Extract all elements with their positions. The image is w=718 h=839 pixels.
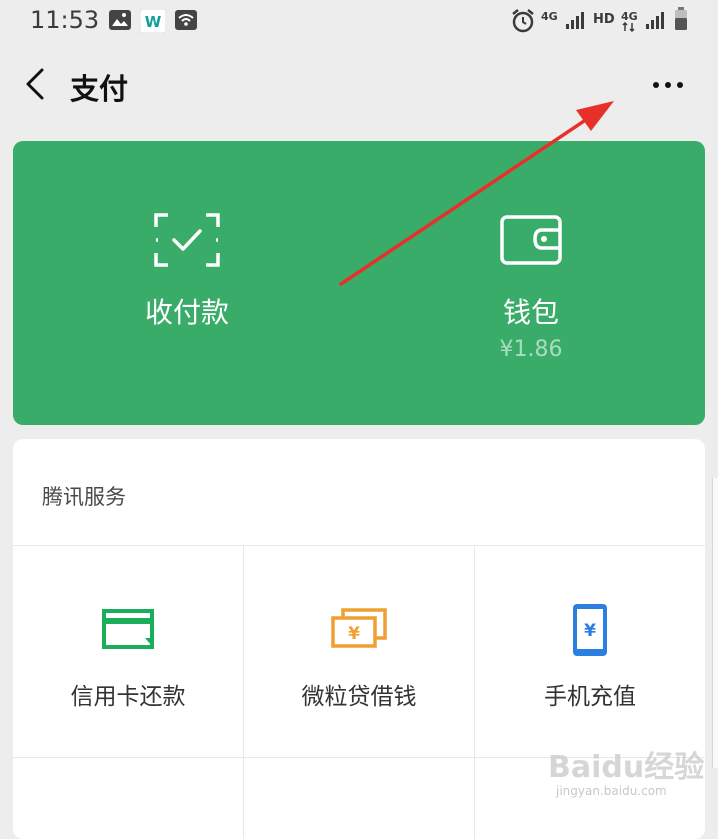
svg-text:¥: ¥ — [348, 624, 360, 644]
signal-icon — [646, 12, 664, 29]
signal-icon — [566, 12, 584, 29]
network-label-1: 4G — [541, 10, 558, 23]
watermark-text: Baidu经验 — [548, 750, 705, 785]
more-options-button[interactable] — [648, 70, 688, 100]
hd-label: HD — [593, 12, 615, 27]
svg-text:¥: ¥ — [584, 621, 596, 641]
wifi-icon — [175, 10, 197, 30]
baidu-watermark: Baidu经验 jingyan.baidu.com — [548, 738, 718, 808]
wallet-icon — [500, 215, 562, 265]
phone-yuan-icon: ¥ — [573, 604, 607, 656]
scan-check-icon — [154, 213, 220, 267]
battery-icon — [675, 7, 687, 30]
payment-card: 收付款 钱包 ¥1.86 — [13, 141, 705, 425]
cash-yuan-icon: ¥ — [331, 608, 387, 648]
service-label: 手机充值 — [544, 684, 636, 710]
credit-card-icon — [102, 609, 154, 649]
image-icon — [109, 10, 131, 30]
watermark-url: jingyan.baidu.com — [556, 784, 667, 798]
status-time: 11:53 — [30, 6, 100, 34]
wps-app-icon: W — [140, 9, 166, 33]
scrollbar[interactable] — [712, 478, 718, 768]
service-label: 信用卡还款 — [70, 684, 186, 710]
alarm-icon — [512, 9, 534, 33]
wallet-balance: ¥1.86 — [499, 337, 563, 362]
collect-pay-button[interactable]: 收付款 — [99, 213, 275, 331]
wallet-label: 钱包 — [502, 296, 559, 329]
page-title: 支付 — [70, 72, 129, 106]
services-title: 腾讯服务 — [42, 485, 126, 509]
service-label: 微粒贷借钱 — [301, 684, 417, 710]
data-arrows-icon — [622, 22, 635, 32]
collect-pay-label: 收付款 — [144, 296, 229, 329]
service-credit-card-repay[interactable]: 信用卡还款 — [13, 545, 243, 757]
wallet-button[interactable]: 钱包 ¥1.86 — [443, 215, 619, 362]
svg-text:W: W — [145, 13, 162, 31]
service-mobile-topup[interactable]: ¥ 手机充值 — [475, 545, 705, 757]
back-button[interactable] — [20, 64, 50, 104]
service-weilidai-loan[interactable]: ¥ 微粒贷借钱 — [244, 545, 474, 757]
status-bar: 11:53 W 4G HD 4G — [0, 0, 718, 44]
more-dots-icon — [653, 82, 659, 88]
